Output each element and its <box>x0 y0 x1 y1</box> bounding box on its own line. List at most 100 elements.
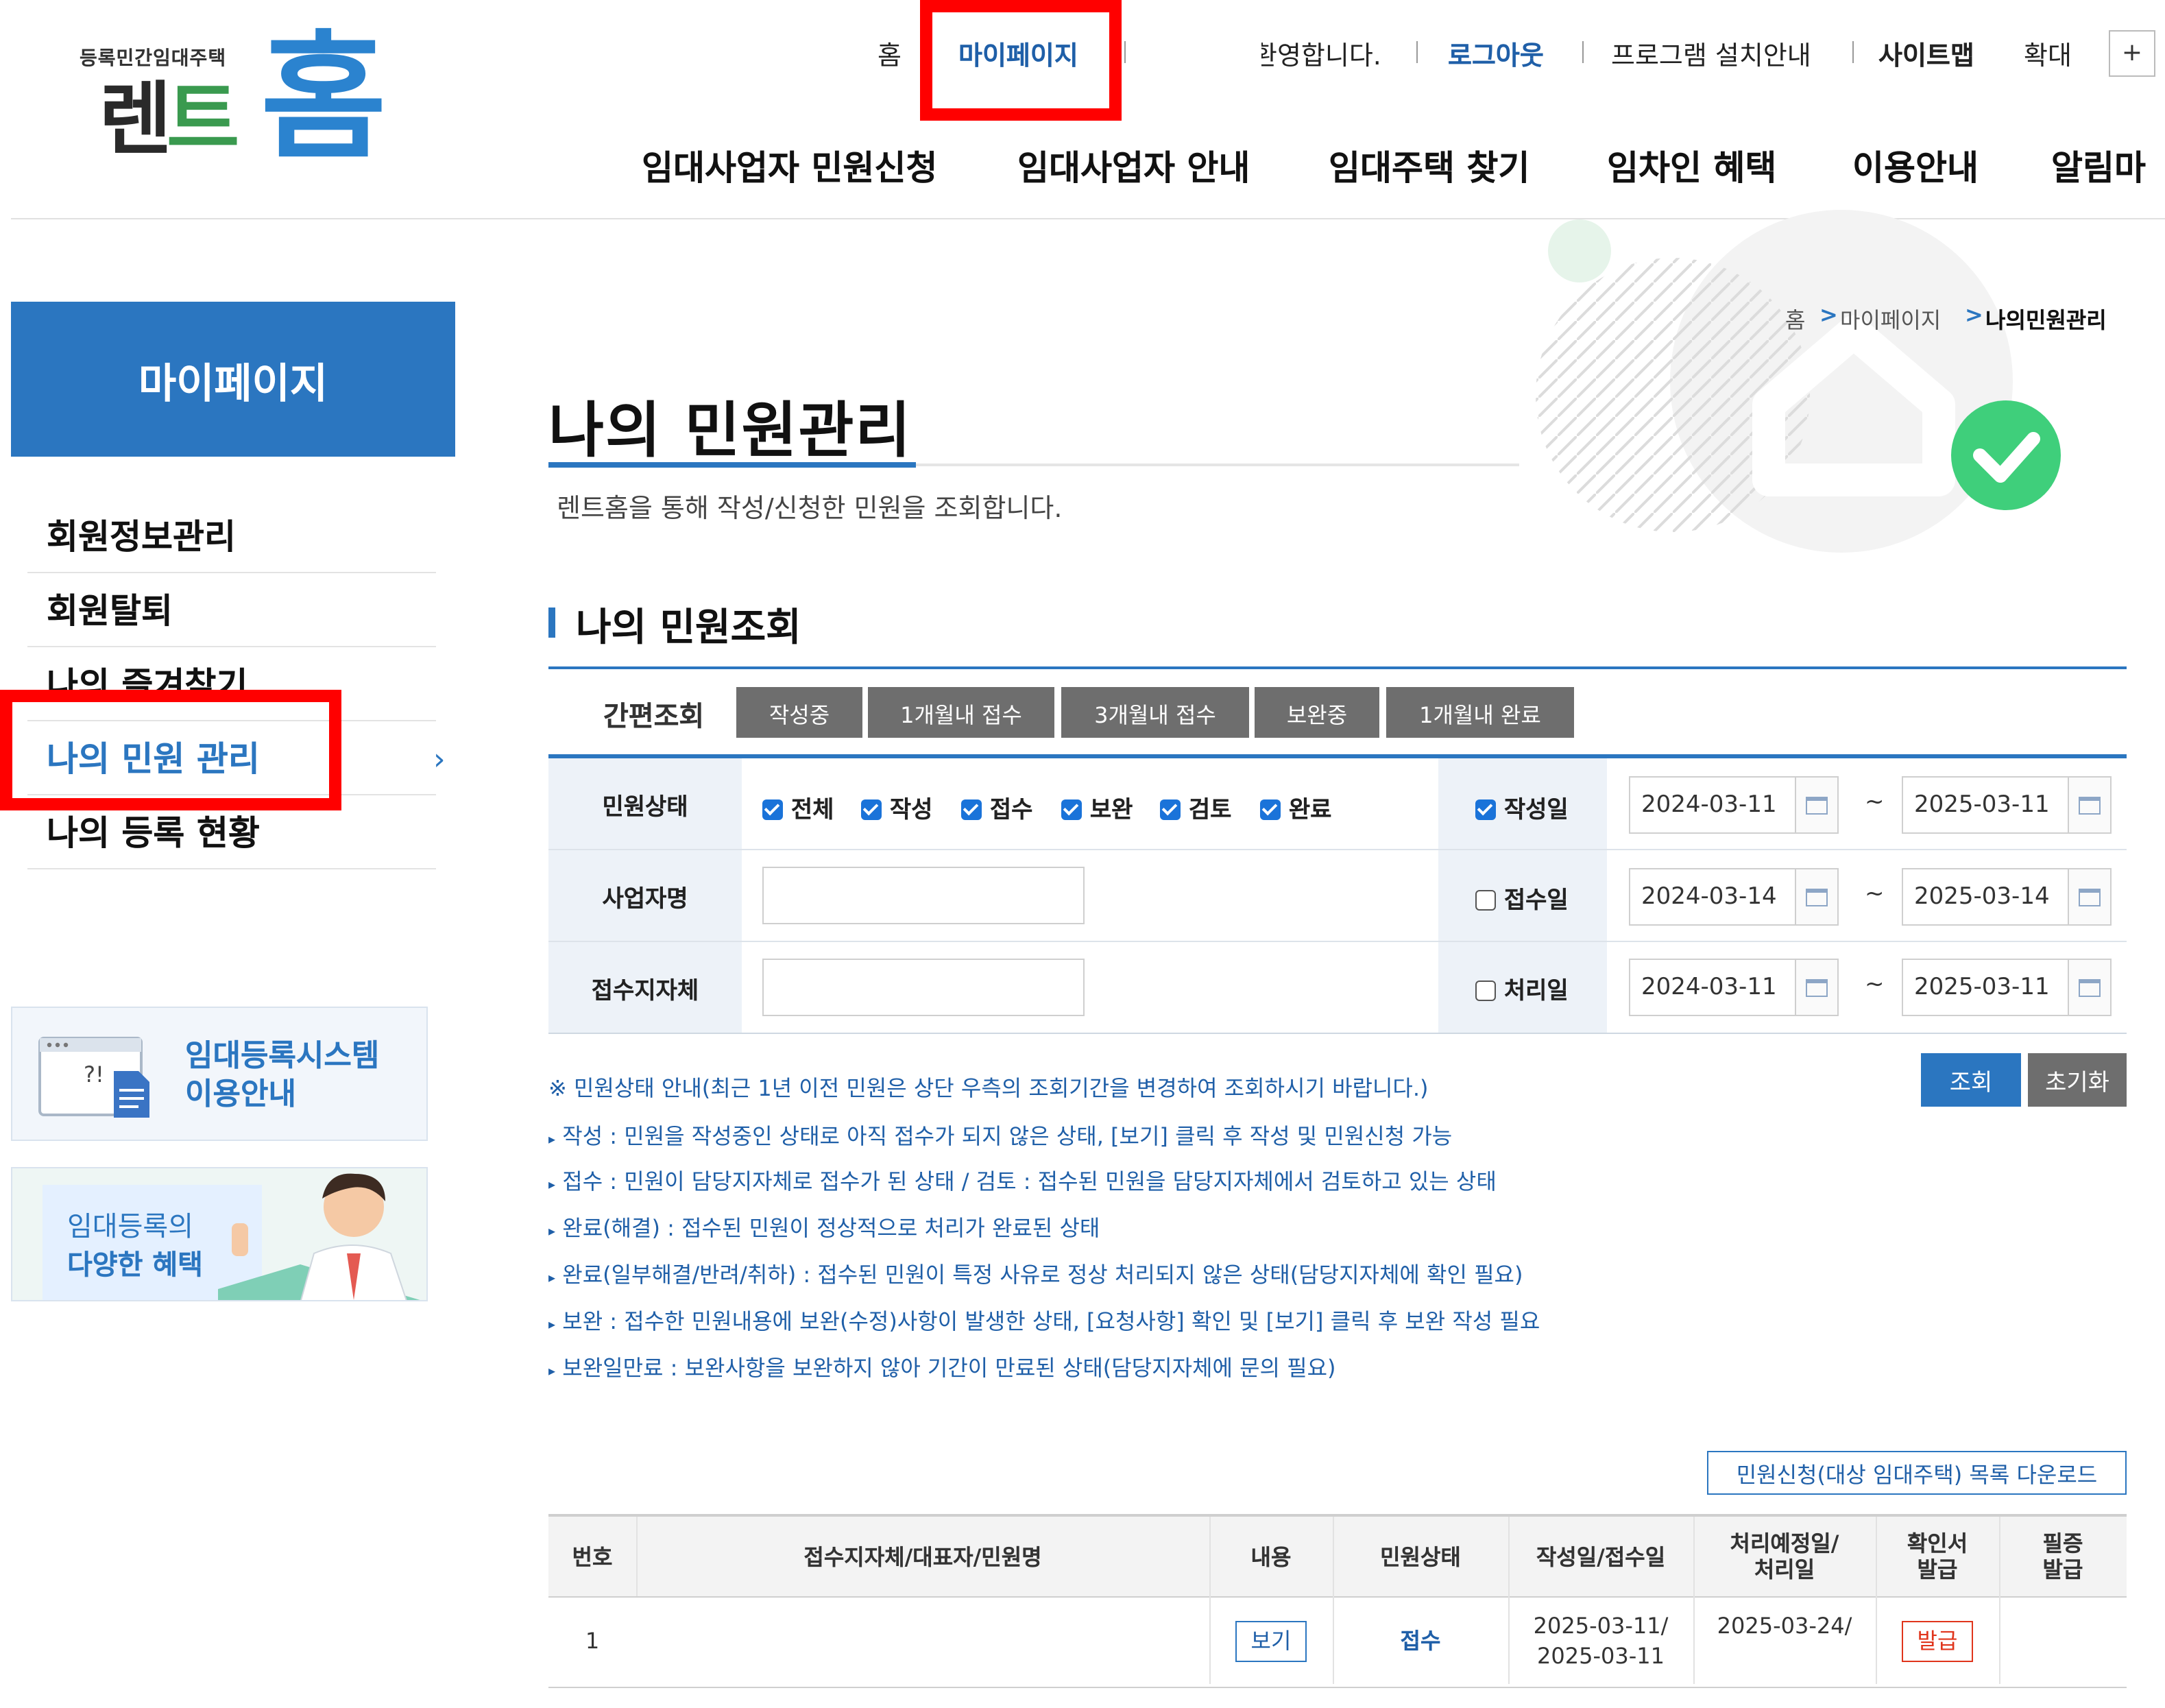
breadcrumb-mypage[interactable]: 마이페이지 <box>1840 302 1941 335</box>
status-check-supplement[interactable]: 보완 <box>1061 790 1133 824</box>
calendar-icon[interactable] <box>2068 959 2112 1016</box>
row-due: 2025-03-24/ <box>1717 1613 1852 1639</box>
status-check-review[interactable]: 검토 <box>1160 790 1231 824</box>
checkbox-checked-icon <box>762 799 783 819</box>
status-check-label: 접수 <box>989 797 1033 824</box>
quick-btn-1month-complete[interactable]: 1개월내 완료 <box>1386 687 1574 738</box>
quick-btn-supplement[interactable]: 보완중 <box>1255 687 1379 738</box>
bullet-icon: ▸ <box>548 1318 556 1333</box>
issue-certificate-button[interactable]: 발급 <box>1902 1620 1973 1661</box>
gnb-clip: 알림마 <box>2051 132 2165 200</box>
status-check-complete[interactable]: 완료 <box>1260 790 1331 824</box>
row-date-line: 2025-03-11/ <box>1533 1612 1669 1638</box>
status-check-label: 전체 <box>790 797 834 824</box>
breadcrumb-home[interactable]: 홈 <box>1785 302 1805 335</box>
checkbox-unchecked-icon <box>1475 980 1496 1000</box>
logo-te-char: 트 <box>166 73 240 166</box>
table-row: 1 보기 접수 2025-03-11/2025-03-11 2025-03-24… <box>548 1598 2127 1684</box>
sitemap-link[interactable]: 사이트맵 <box>1878 36 1974 73</box>
status-check-label: 작성 <box>889 797 933 824</box>
status-check-received[interactable]: 접수 <box>961 790 1032 824</box>
logout-link[interactable]: 로그아웃 <box>1448 36 1544 73</box>
col-content: 내용 <box>1250 1543 1292 1569</box>
gnb-item-tenant-benefit[interactable]: 임차인 혜택 <box>1607 141 1776 191</box>
checkbox-checked-icon <box>1160 799 1181 819</box>
banner-benefits-line2: 다양한 혜택 <box>67 1248 203 1281</box>
date-range-tilde: ~ <box>1865 880 1885 908</box>
row-date-line: 2025-03-11 <box>1537 1642 1665 1668</box>
logo-home[interactable]: 홈 <box>261 19 387 178</box>
status-check-all[interactable]: 전체 <box>762 790 834 824</box>
logo-rent[interactable]: 렌트 <box>99 71 240 167</box>
reset-button[interactable]: 초기화 <box>2028 1053 2127 1107</box>
bullet-icon: ▸ <box>548 1133 556 1148</box>
logo-subtitle: 등록민간임대주택 <box>80 48 227 70</box>
download-list-button[interactable]: 민원신청(대상 임대주택) 목록 다운로드 <box>1707 1451 2127 1495</box>
gnb-item-complaint[interactable]: 임대사업자 민원신청 <box>642 141 937 191</box>
row-dates: 2025-03-11/2025-03-11 <box>1508 1598 1693 1684</box>
col-cert: 확인서 발급 <box>1876 1517 1999 1596</box>
calendar-icon[interactable] <box>2068 868 2112 926</box>
status-header: 민원상태 <box>548 758 742 849</box>
row-no: 1 <box>585 1627 600 1653</box>
quick-btn-writing[interactable]: 작성중 <box>736 687 862 738</box>
calendar-icon[interactable] <box>1795 959 1839 1016</box>
business-name-input[interactable] <box>762 867 1085 924</box>
quick-btn-3month-received[interactable]: 3개월내 접수 <box>1061 687 1249 738</box>
status-note-item: ▸ 보완일만료 : 보완사항을 보완하지 않아 기간이 만료된 상태(담당지자체… <box>548 1349 1336 1382</box>
status-note-item: ▸ 완료(일부해결/반려/취하) : 접수된 민원이 특정 사유로 정상 처리되… <box>548 1256 1523 1289</box>
calendar-icon[interactable] <box>1795 868 1839 926</box>
util-home-link[interactable]: 홈 <box>878 36 902 73</box>
bullet-icon: ▸ <box>548 1271 556 1286</box>
banner-system-line2: 이용안내 <box>185 1078 296 1112</box>
row-content-cell: 보기 <box>1209 1598 1333 1684</box>
calendar-icon[interactable] <box>1795 776 1839 834</box>
status-note-text: 보완 : 접수한 민원내용에 보완(수정)사항이 발생한 상태, [요청사항] … <box>562 1308 1540 1334</box>
program-install-link[interactable]: 프로그램 설치안내 <box>1611 36 1811 73</box>
zoom-label: 확대 <box>2024 41 2072 71</box>
gnb-item-guide[interactable]: 임대사업자 안내 <box>1017 141 1250 191</box>
util-divider <box>1124 41 1126 63</box>
col-org: 접수지자체/대표자/민원명 <box>803 1543 1042 1569</box>
row-org <box>636 1598 1209 1684</box>
banner-benefits[interactable]: 임대등록의 다양한 혜택 <box>11 1167 428 1301</box>
date-write-check[interactable]: 작성일 <box>1475 790 1569 824</box>
lnb-title: 마이페이지 <box>11 302 455 457</box>
lnb-item-withdraw[interactable]: 회원탈퇴 <box>27 575 436 647</box>
welcome-text: 환영합니다. <box>1261 41 1381 71</box>
row-issue-cell <box>1999 1598 2127 1684</box>
date-process-check[interactable]: 처리일 <box>1475 971 1569 1005</box>
svg-text:?!: ?! <box>84 1061 104 1087</box>
date-receive-check[interactable]: 접수일 <box>1475 880 1569 915</box>
status-note-text: 접수 : 민원이 담당지자체로 접수가 된 상태 / 검토 : 접수된 민원을 … <box>562 1168 1497 1194</box>
quick-btn-1month-received[interactable]: 1개월내 접수 <box>868 687 1054 738</box>
col-due-line: 처리일 <box>1754 1556 1815 1583</box>
section-title: 나의 민원조회 <box>576 605 801 650</box>
view-button[interactable]: 보기 <box>1235 1620 1307 1661</box>
form-row-divider <box>548 941 2127 942</box>
gnb-item-find-housing[interactable]: 임대주택 찾기 <box>1329 141 1529 191</box>
util-divider <box>1416 41 1418 63</box>
status-check-write[interactable]: 작성 <box>861 790 932 824</box>
calendar-icon[interactable] <box>2068 776 2112 834</box>
document-icon: ?! <box>38 1037 149 1118</box>
status-check-label: 보완 <box>1089 797 1133 824</box>
title-rule <box>916 464 1519 466</box>
chevron-right-icon: › <box>433 743 446 778</box>
gnb-item-notice[interactable]: 알림마 <box>2051 141 2146 191</box>
lnb-item-member-info[interactable]: 회원정보관리 <box>27 501 436 573</box>
local-gov-input[interactable] <box>762 959 1085 1016</box>
zoom-in-button[interactable]: + <box>2109 30 2155 77</box>
col-due-line: 처리예정일/ <box>1730 1530 1839 1556</box>
bullet-icon: ▸ <box>548 1364 556 1380</box>
status-note-text: 완료(해결) : 접수된 민원이 정상적으로 처리가 완료된 상태 <box>562 1215 1100 1241</box>
row-status: 접수 <box>1400 1627 1441 1653</box>
status-note-text: 보완일만료 : 보완사항을 보완하지 않아 기간이 만료된 상태(담당지자체에 … <box>562 1355 1336 1381</box>
title-underline <box>548 462 916 468</box>
banner-system-guide[interactable]: ?! 임대등록시스템 이용안내 <box>11 1007 428 1141</box>
date-check-label: 작성일 <box>1503 797 1569 824</box>
search-button[interactable]: 조회 <box>1921 1053 2021 1107</box>
breadcrumb-separator: > <box>1965 302 1983 328</box>
gnb-item-usage[interactable]: 이용안내 <box>1852 141 1979 191</box>
col-due: 처리예정일/처리일 <box>1693 1517 1876 1596</box>
